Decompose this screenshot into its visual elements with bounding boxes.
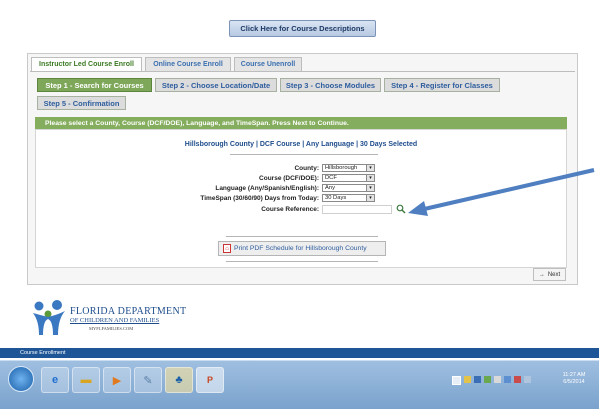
dcf-logo-icon <box>33 300 65 335</box>
language-select[interactable]: Any ▾ <box>322 184 375 192</box>
pdf-top-divider <box>226 236 378 237</box>
timespan-label: TimeSpan (30/60/90) Days from Today: <box>200 195 319 202</box>
tray-icon-1[interactable] <box>452 376 461 385</box>
tool-icon[interactable]: ✎ <box>134 367 162 393</box>
search-icon[interactable] <box>396 204 406 214</box>
tray-icon-5[interactable] <box>494 376 501 383</box>
step-2-location[interactable]: Step 2 - Choose Location/Date <box>155 78 277 92</box>
tray-icon-2[interactable] <box>464 376 471 383</box>
logo-line-1: FLORIDA DEPARTMENT <box>70 306 187 317</box>
county-select[interactable]: Hillsborough ▾ <box>322 164 375 172</box>
dropdown-arrow-icon: ▾ <box>366 175 374 181</box>
print-pdf-button[interactable]: ⌂ Print PDF Schedule for Hillsborough Co… <box>218 241 386 256</box>
course-select[interactable]: DCF ▾ <box>322 174 375 182</box>
tray-icon-4[interactable] <box>484 376 491 383</box>
folder-icon[interactable]: ▬ <box>72 367 100 393</box>
county-label: County: <box>294 165 319 172</box>
course-label: Course (DCF/DOE): <box>259 175 319 182</box>
step-4-register[interactable]: Step 4 - Register for Classes <box>384 78 500 92</box>
volume-icon[interactable] <box>524 376 531 383</box>
clock-time: 11:27 AM <box>562 372 586 378</box>
selection-summary: Hillsborough County | DCF Course | Any L… <box>184 141 418 148</box>
dropdown-arrow-icon: ▾ <box>366 165 374 171</box>
media-player-icon[interactable]: ▶ <box>103 367 131 393</box>
clock-date: 6/5/2014 <box>563 379 585 385</box>
tab-course-unenroll[interactable]: Course Unenroll <box>234 57 302 71</box>
next-label: Next <box>547 271 561 278</box>
timespan-select[interactable]: 30 Days ▾ <box>322 194 375 202</box>
tray-icon-3[interactable] <box>474 376 481 383</box>
tab-instructor-led[interactable]: Instructor Led Course Enroll <box>31 57 142 71</box>
start-button[interactable] <box>8 366 34 392</box>
next-button[interactable]: → Next <box>533 268 566 281</box>
language-label: Language (Any/Spanish/English): <box>215 185 319 192</box>
course-descriptions-button[interactable]: Click Here for Course Descriptions <box>229 20 376 37</box>
course-reference-input[interactable] <box>322 205 392 214</box>
powerpoint-icon[interactable]: P <box>196 367 224 393</box>
taskbar-clock[interactable]: 11:27 AM 6/5/2014 <box>554 372 594 386</box>
print-pdf-label: Print PDF Schedule for Hillsborough Coun… <box>234 245 367 252</box>
status-bar: Course Enrollment <box>0 348 599 358</box>
dcf-app-icon[interactable]: ♣ <box>165 367 193 393</box>
pdf-icon: ⌂ <box>223 244 231 253</box>
arrow-right-icon: → <box>538 271 545 278</box>
pdf-bottom-divider <box>226 261 378 262</box>
annotation-arrow-icon <box>408 168 595 216</box>
tab-online-course[interactable]: Online Course Enroll <box>145 57 231 71</box>
network-icon[interactable] <box>504 376 511 383</box>
instruction-bar: Please select a County, Course (DCF/DOE)… <box>35 117 567 129</box>
logo-line-2: OF CHILDREN AND FAMILIES <box>70 317 160 324</box>
step-5-confirmation[interactable]: Step 5 - Confirmation <box>37 96 126 110</box>
logo-line-3: MYFLFAMILIES.COM <box>89 326 134 331</box>
dropdown-arrow-icon: ▾ <box>366 185 374 191</box>
tray-icon-7[interactable] <box>514 376 521 383</box>
course-reference-label: Course Reference: <box>261 206 319 213</box>
step-1-search[interactable]: Step 1 - Search for Courses <box>37 78 152 92</box>
dropdown-arrow-icon: ▾ <box>366 195 374 201</box>
summary-divider <box>230 154 378 155</box>
internet-explorer-icon[interactable]: e <box>41 367 69 393</box>
system-tray <box>452 376 548 385</box>
step-3-modules[interactable]: Step 3 - Choose Modules <box>280 78 381 92</box>
tab-divider <box>30 71 575 72</box>
